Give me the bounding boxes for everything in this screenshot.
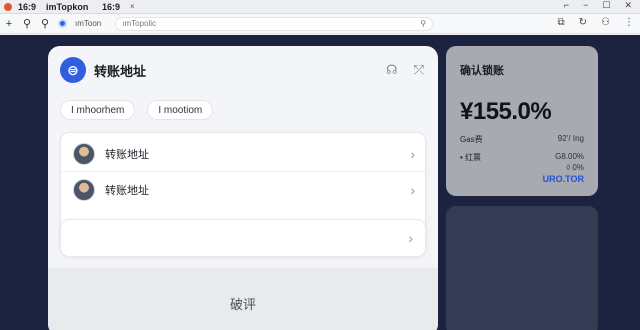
- gas-row: Gas费 92’/ Ing: [460, 134, 584, 145]
- user-icon[interactable]: ⚇: [601, 17, 610, 28]
- site-name[interactable]: ımToon: [75, 19, 101, 28]
- chevron-right-icon: ›: [410, 145, 415, 162]
- chevron-right-icon: ›: [408, 230, 413, 246]
- minimize-icon[interactable]: −: [583, 0, 588, 11]
- restore-icon[interactable]: ⌐: [564, 0, 569, 11]
- search-icon[interactable]: ⚲: [36, 17, 54, 30]
- avatar: [73, 179, 95, 201]
- titlebar-left-label: 16:9: [18, 1, 37, 12]
- search-icon[interactable]: ⚲: [18, 17, 36, 30]
- secondary-card: [446, 206, 598, 330]
- scan-icon[interactable]: ⤱: [414, 62, 424, 78]
- panel-header-actions: ☊ ⤱: [386, 62, 424, 78]
- chip-2[interactable]: I mootiom: [147, 100, 214, 120]
- refresh-icon[interactable]: ↻: [579, 17, 587, 28]
- address-bar[interactable]: ımTopolic ⚲: [115, 16, 434, 31]
- window-controls: ⌐ − ☐ ✕: [564, 0, 632, 11]
- maximize-icon[interactable]: ☐: [602, 0, 610, 11]
- app-name: imTopkon: [46, 1, 89, 12]
- more-icon[interactable]: ⋮: [624, 17, 634, 28]
- panel-title: 转账地址: [94, 63, 147, 79]
- bookmark-icon[interactable]: ⧉: [558, 17, 565, 28]
- extra-row: ◊ 0%: [460, 163, 584, 172]
- bottom-action-zone: 破评: [48, 268, 438, 330]
- bottom-action-button[interactable]: 破评: [48, 294, 438, 313]
- confirm-card-title: 确认锁账: [460, 65, 504, 77]
- new-tab-plus-icon[interactable]: +: [0, 18, 18, 30]
- address-row[interactable]: 转账地址 ›: [61, 172, 427, 208]
- gas-value: 92’/ Ing: [557, 134, 584, 143]
- fee-value: G8.00%: [555, 152, 584, 161]
- record-dot-icon: [4, 2, 12, 11]
- address-row-label: 转账地址: [105, 185, 149, 197]
- confirm-card: 确认锁账 ¥155.0% Gas费 92’/ Ing • 红票 G8.00% ◊…: [446, 46, 598, 196]
- chip-row: I mhoorhem I mootiom: [60, 100, 214, 120]
- chip-1[interactable]: I mhoorhem: [60, 100, 136, 120]
- extra-value: ◊ 0%: [566, 163, 584, 172]
- tab-label: 16:9: [102, 2, 121, 12]
- address-row[interactable]: 转账地址 ›: [61, 136, 427, 172]
- address-row-label: 转账地址: [105, 148, 149, 161]
- panel-header: ⊜ 转账地址: [60, 57, 146, 83]
- site-favicon-icon: [58, 19, 67, 28]
- navbar-actions: ⧉ ↻ ⚇ ⋮: [558, 17, 635, 28]
- browser-navbar: + ⚲ ⚲ ımToon ımTopolic ⚲ ⧉ ↻ ⚇ ⋮: [0, 14, 640, 34]
- fee-row: • 红票 G8.00%: [460, 152, 584, 163]
- address-bar-text: ımTopolic: [122, 19, 157, 28]
- fee-label: • 红票: [460, 153, 482, 162]
- avatar: [73, 142, 95, 165]
- support-icon[interactable]: ☊: [386, 62, 398, 78]
- amount-value: ¥155.0%: [460, 98, 552, 125]
- address-search-icon: ⚲: [420, 19, 427, 28]
- window-titlebar: 16:9 imTopkon 16:9 × ⌐ − ☐ ✕: [0, 0, 640, 14]
- close-window-icon[interactable]: ✕: [624, 0, 632, 11]
- gas-label: Gas费: [460, 135, 483, 144]
- app-logo-icon: ⊜: [60, 57, 86, 83]
- confirm-link[interactable]: URO.TOR: [543, 174, 584, 184]
- browser-tab[interactable]: 16:9 ×: [100, 0, 136, 14]
- tab-close-icon[interactable]: ×: [130, 2, 135, 11]
- transfer-address-panel: ⊜ 转账地址 ☊ ⤱ I mhoorhem I mootiom 转账地址 › 转…: [48, 46, 438, 330]
- chevron-right-icon: ›: [410, 182, 415, 198]
- empty-list-item[interactable]: ›: [60, 219, 426, 257]
